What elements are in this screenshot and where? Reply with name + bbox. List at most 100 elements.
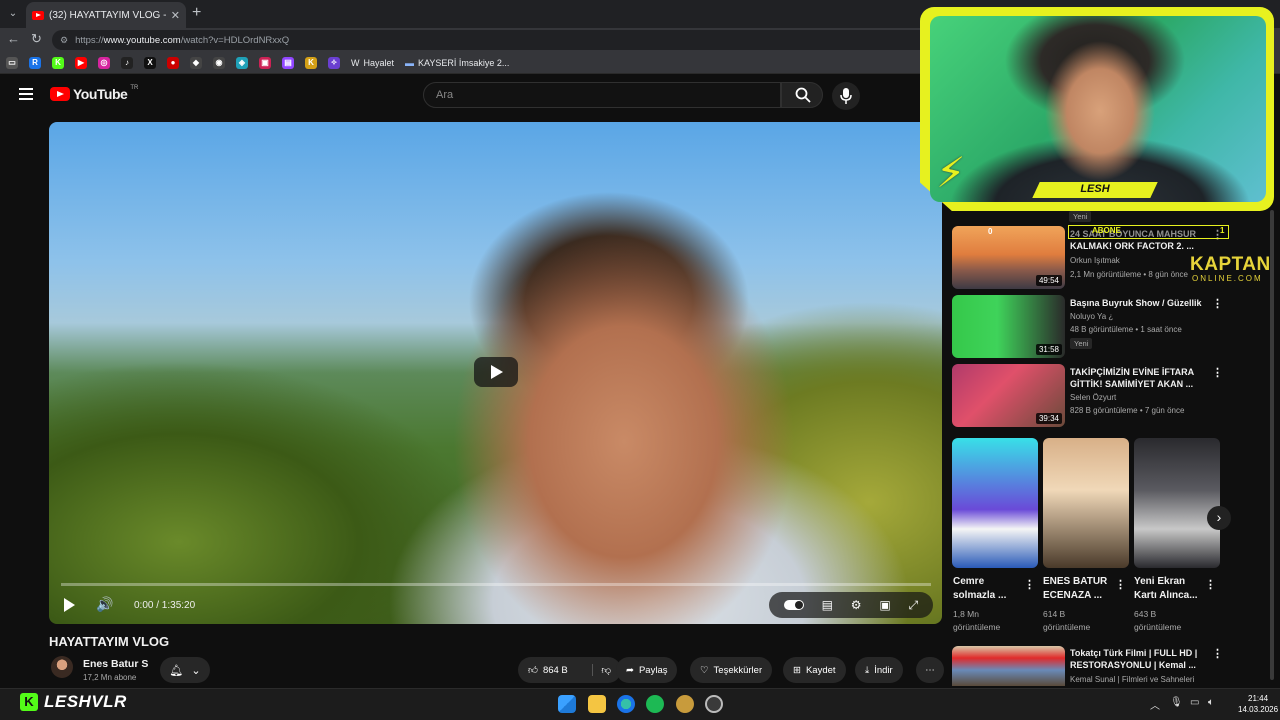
channel-name[interactable]: Enes Batur S — [83, 658, 148, 670]
bookmark-favicon-icon: ▬ — [405, 57, 415, 68]
lightning-bolt-icon: ⚡︎ — [936, 149, 966, 196]
tab-close-icon[interactable]: ✕ — [171, 9, 180, 22]
new-badge: Yeni — [1069, 211, 1092, 222]
video-title-link[interactable]: Tokatçı Türk Filmi | FULL HD | RESTORASY… — [1070, 647, 1210, 671]
thanks-button[interactable]: ♡ Teşekkürler — [690, 657, 773, 683]
autoplay-toggle[interactable] — [783, 600, 804, 610]
site-info-icon[interactable]: ⚙ — [60, 35, 68, 46]
channel-avatar[interactable] — [51, 656, 73, 678]
obs-icon[interactable] — [705, 695, 723, 713]
sidebar-scrollbar[interactable] — [1270, 210, 1274, 680]
system-clock[interactable]: 21:44 14.03.2026 — [1238, 693, 1278, 715]
subscription-bell-button[interactable]: 🔔︎ ⌄ — [160, 657, 210, 683]
short-title[interactable]: Yeni Ekran Kartı Alınca... — [1134, 575, 1206, 603]
more-vertical-icon[interactable]: ⋮ — [1212, 297, 1223, 310]
new-tab-button[interactable]: + — [192, 4, 201, 22]
search-button[interactable] — [781, 82, 823, 108]
subscriber-count: 17,2 Mn abone — [83, 673, 137, 682]
voice-search-button[interactable] — [832, 82, 860, 110]
bookmark-favicon-icon[interactable]: ◆ — [190, 56, 202, 69]
video-thumbnail[interactable]: 39:34 — [952, 364, 1065, 427]
stream-brand-name: LESHVLR — [44, 692, 127, 711]
video-title-link[interactable]: Başına Buyruk Show / Güzellik — [1070, 297, 1210, 309]
shorts-next-button[interactable]: › — [1207, 506, 1231, 530]
youtube-logo[interactable]: YouTube TR — [50, 85, 138, 102]
channel-name[interactable]: Kemal Sunal | Filmleri ve Sahneleri — [1070, 675, 1194, 684]
more-vertical-icon[interactable]: ⋮ — [1212, 647, 1223, 660]
channel-name[interactable]: Orkun Işıtmak — [1070, 256, 1120, 265]
more-vertical-icon[interactable]: ⋮ — [1212, 366, 1223, 379]
volume-icon[interactable]: 🔊 — [96, 596, 113, 613]
bookmark-favicon-icon[interactable]: ◈ — [236, 56, 248, 69]
address-bar[interactable]: ⚙ https://www.youtube.com/watch?v=HDLOrd… — [52, 30, 932, 50]
youtube-favicon-icon — [32, 10, 44, 20]
video-duration: 49:54 — [1035, 275, 1062, 286]
bookmark-favicon-icon[interactable]: ▶ — [75, 56, 87, 69]
miniplayer-icon[interactable]: ▣ — [879, 598, 890, 612]
clock-time: 21:44 — [1248, 694, 1269, 703]
bookmark-favicon-icon[interactable]: K — [52, 56, 64, 69]
bookmark-favicon-icon[interactable]: ▤ — [282, 56, 294, 69]
abone-count: 1 — [1220, 226, 1225, 235]
short-thumbnail[interactable] — [1043, 438, 1129, 568]
file-explorer-icon[interactable] — [588, 695, 606, 713]
tab-search-chevron-icon[interactable]: ⌄ — [5, 6, 21, 22]
league-client-icon[interactable] — [676, 695, 694, 713]
speaker-icon[interactable]: 🔈︎ — [1208, 697, 1214, 708]
short-title[interactable]: ENES BATUR ECENAZA ... — [1043, 575, 1115, 603]
video-thumbnail[interactable]: 31:58 — [952, 295, 1065, 358]
like-dislike-group: 👍︎ 864 B 👎︎ — [518, 657, 621, 683]
subtitles-icon[interactable]: ▤ — [822, 598, 833, 612]
microphone-tray-icon[interactable]: 🎙︎ — [1170, 697, 1183, 708]
short-thumbnail[interactable] — [1134, 438, 1220, 568]
bookmark-hayalet[interactable]: W Hayalet — [351, 58, 394, 68]
bookmark-favicon-icon[interactable]: ✧ — [328, 56, 340, 69]
short-title[interactable]: Cemre solmazla ... — [953, 575, 1025, 603]
video-title-link[interactable]: TAKİPÇİMİZİN EVİNE İFTARA GİTTİK! SAMİMİ… — [1070, 366, 1210, 390]
chevron-down-icon: ⌄ — [191, 664, 201, 677]
video-thumbnail[interactable] — [952, 646, 1065, 686]
edge-browser-icon[interactable] — [617, 695, 635, 713]
menu-hamburger-icon[interactable] — [19, 88, 33, 100]
back-arrow-icon[interactable]: ← — [7, 31, 20, 46]
apps-icon[interactable]: ▭ — [6, 56, 18, 69]
progress-bar[interactable] — [61, 583, 931, 586]
browser-tab-active[interactable]: (32) HAYATTAYIM VLOG - YouTube ✕ — [26, 2, 186, 28]
bookmark-favicon-icon[interactable]: ◎ — [98, 56, 110, 69]
bookmark-label: KAYSERİ İmsakiye 2... — [418, 57, 510, 68]
channel-name[interactable]: Selen Özyurt — [1070, 393, 1116, 402]
more-vertical-icon[interactable]: ⋮ — [1024, 578, 1035, 591]
large-play-button[interactable] — [474, 357, 518, 387]
windows-start-icon[interactable] — [558, 695, 576, 713]
bookmark-kayseri[interactable]: ▬ KAYSERİ İmsakiye 2... — [405, 58, 509, 68]
kick-logo-icon: K — [20, 693, 38, 711]
dislike-button[interactable]: 👎︎ — [592, 664, 611, 676]
share-button[interactable]: ➦ Paylaş — [616, 657, 678, 683]
more-actions-button[interactable]: ⋯ — [916, 657, 944, 683]
channel-name[interactable]: Noluyo Ya ¿ — [1070, 312, 1113, 321]
video-thumbnail[interactable]: 49:54 — [952, 226, 1065, 289]
bookmark-favicon-icon[interactable]: ● — [167, 56, 179, 69]
spotify-icon[interactable] — [646, 695, 664, 713]
search-input[interactable]: Ara — [423, 82, 781, 108]
short-thumbnail[interactable] — [952, 438, 1038, 568]
play-icon[interactable] — [64, 598, 75, 612]
bookmark-favicon-icon[interactable]: ♪ — [121, 56, 133, 69]
bookmark-favicon-icon[interactable]: X — [144, 56, 156, 69]
more-horizontal-icon: ⋯ — [925, 664, 935, 676]
more-vertical-icon[interactable]: ⋮ — [1115, 578, 1126, 591]
network-icon[interactable]: ▭ — [1190, 697, 1199, 708]
settings-gear-icon[interactable]: ⚙ — [851, 598, 862, 612]
tray-overflow-icon[interactable]: ︿ — [1150, 697, 1160, 712]
url-path: /watch?v=HDLOrdNRxxQ — [180, 34, 290, 46]
fullscreen-icon[interactable]: ⤢ — [908, 598, 918, 613]
reload-icon[interactable]: ↻ — [31, 31, 42, 47]
download-button[interactable]: ⤓ İndir — [855, 657, 903, 683]
bookmark-favicon-icon[interactable]: ◉ — [213, 56, 225, 69]
bookmark-favicon-icon[interactable]: K — [305, 56, 317, 69]
like-button[interactable]: 👍︎ 864 B — [528, 664, 568, 677]
save-button[interactable]: ⊞ Kaydet — [783, 657, 846, 683]
more-vertical-icon[interactable]: ⋮ — [1205, 578, 1216, 591]
bookmark-favicon-icon[interactable]: ▣ — [259, 56, 271, 69]
bookmark-favicon-icon[interactable]: R — [29, 56, 41, 69]
